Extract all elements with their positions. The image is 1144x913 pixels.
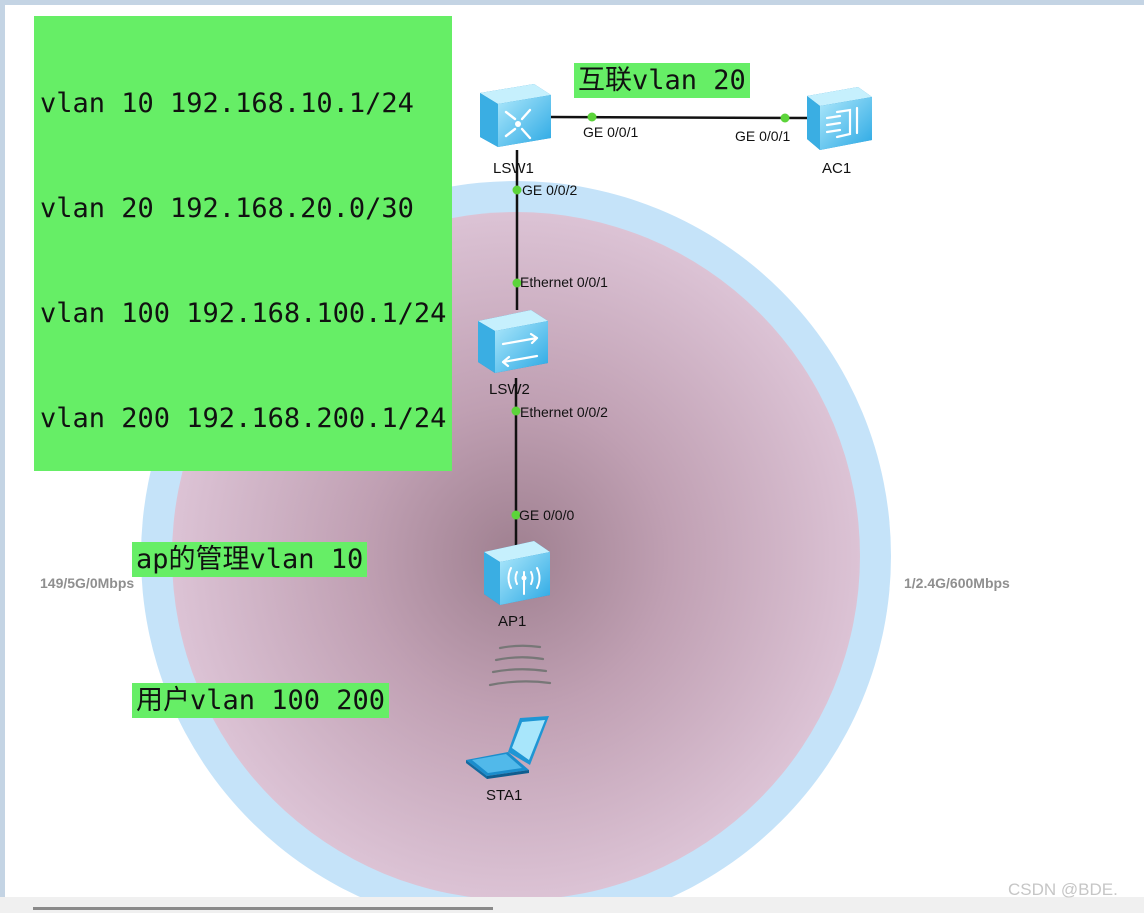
radio-label-5g: 149/5G/0Mbps: [40, 575, 135, 591]
core-switch-icon[interactable]: [480, 84, 551, 147]
port-label-lsw2-eth002: Ethernet 0/0/2: [520, 404, 608, 420]
interconnect-vlan-note: 互联vlan 20: [574, 63, 750, 98]
watermark: CSDN @BDE.: [1008, 880, 1118, 899]
switch-icon[interactable]: [478, 310, 548, 373]
device-label-ac1: AC1: [822, 160, 852, 177]
device-label-lsw1: LSW1: [493, 160, 534, 177]
device-label-ap1: AP1: [498, 613, 527, 630]
port-label-ap1-ge000: GE 0/0/0: [519, 507, 575, 523]
vlan-ip-line: vlan 100 192.168.100.1/24: [40, 298, 447, 329]
horizontal-scrollbar[interactable]: [0, 897, 1144, 913]
port-label-lsw1-ge001: GE 0/0/1: [583, 124, 639, 140]
port-label-lsw1-ge002: GE 0/0/2: [522, 182, 578, 198]
port-label-ac1-ge001: GE 0/0/1: [735, 128, 791, 144]
scrollbar-thumb[interactable]: [33, 907, 493, 910]
access-controller-icon[interactable]: [807, 87, 872, 150]
port-dot: [587, 112, 597, 122]
vlan-ip-line: vlan 20 192.168.20.0/30: [40, 193, 414, 224]
device-label-lsw2: LSW2: [489, 381, 530, 398]
device-label-sta1: STA1: [486, 787, 523, 804]
port-dot: [780, 113, 790, 123]
radio-label-2g: 1/2.4G/600Mbps: [904, 575, 1010, 591]
vlan-ip-line: vlan 10 192.168.10.1/24: [40, 88, 414, 119]
vlan-ip-note: vlan 10 192.168.10.1/24 vlan 20 192.168.…: [34, 16, 453, 471]
port-dot: [512, 185, 522, 195]
port-label-lsw2-eth001: Ethernet 0/0/1: [520, 274, 608, 290]
access-point-icon[interactable]: [484, 541, 550, 605]
ap-management-vlan-note: ap的管理vlan 10: [132, 542, 368, 577]
vlan-ip-line: vlan 200 192.168.200.1/24: [40, 403, 447, 434]
user-vlan-note: 用户vlan 100 200: [132, 683, 390, 718]
